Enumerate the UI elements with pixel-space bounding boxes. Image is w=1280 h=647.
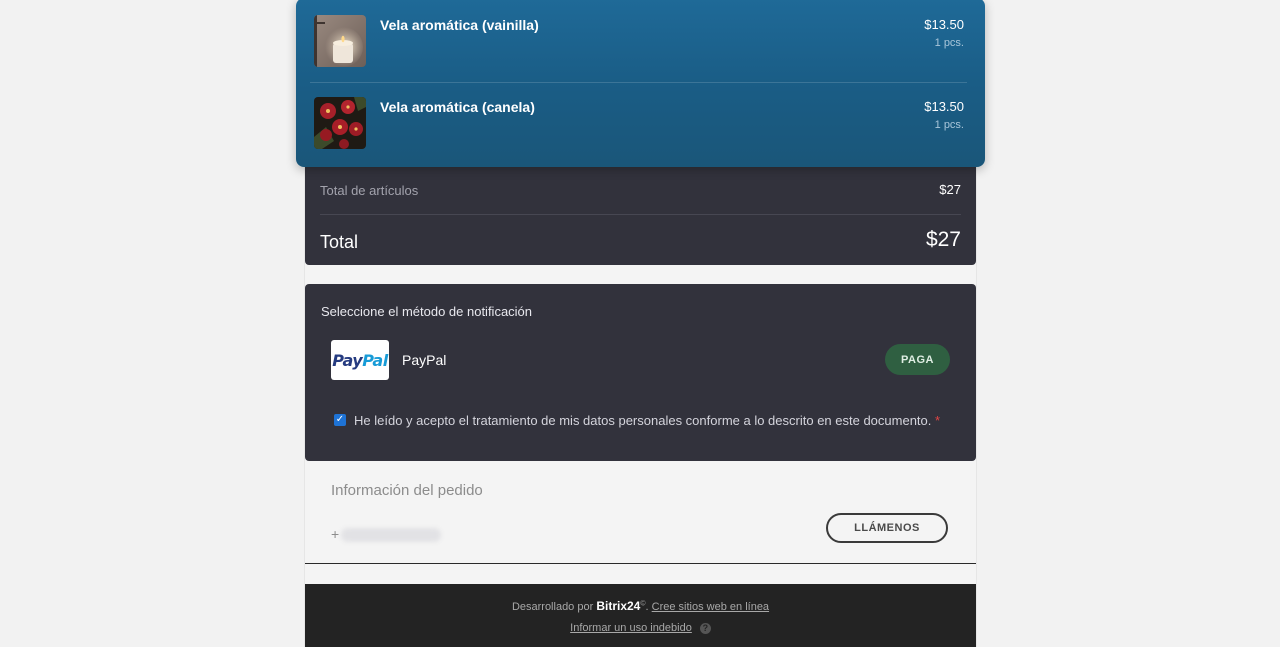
cart-item[interactable]: Vela aromática (canela) $13.50 1 pcs.: [296, 80, 985, 162]
cart-item[interactable]: Vela aromática (vainilla) $13.50 1 pcs.: [296, 0, 985, 80]
report-abuse-link[interactable]: Informar un uso indebido: [570, 622, 692, 634]
grand-total-label: Total: [320, 232, 359, 252]
consent-label: He leído y acepto el tratamiento de mis …: [354, 413, 940, 428]
create-sites-link[interactable]: Cree sitios web en línea: [652, 601, 769, 613]
items-total-value: $27: [939, 182, 961, 197]
required-mark: *: [935, 413, 941, 428]
cart-item-name: Vela aromática (canela): [380, 99, 535, 115]
payment-section-title: Seleccione el método de notificación: [321, 304, 533, 319]
cart-item-price: $13.50: [924, 17, 964, 32]
cart-item-quantity: 1 pcs.: [934, 119, 964, 131]
paypal-logo: Pay Pal: [331, 340, 389, 380]
cart-item-divider: [310, 82, 967, 83]
powered-by-text: Desarrollado por: [511, 601, 594, 613]
cart-item-price: $13.50: [924, 99, 964, 114]
order-totals: Total de artículos $27 Total $27: [305, 166, 976, 265]
help-icon[interactable]: ?: [699, 622, 711, 634]
payment-method-name: PayPal: [402, 352, 447, 368]
pay-button[interactable]: PAGA: [885, 344, 950, 375]
order-info-section: Información del pedido + LLÁMENOS: [305, 461, 976, 564]
cart-item-quantity: 1 pcs.: [934, 37, 964, 49]
phone-number: +: [331, 526, 442, 543]
bitrix24-logo[interactable]: Bitrix24: [596, 599, 640, 613]
order-info-title: Información del pedido: [331, 482, 483, 499]
product-image-vanilla-candle: [314, 15, 366, 67]
footer: Desarrollado por Bitrix24©. Cree sitios …: [305, 584, 976, 647]
phone-number-blurred: [341, 528, 442, 543]
cart-popup: Vela aromática (vainilla) $13.50 1 pcs. …: [296, 0, 985, 167]
grand-total-value: $27: [925, 228, 961, 251]
paypal-logo-part2: Pal: [362, 350, 388, 370]
phone-prefix: +: [331, 526, 340, 542]
items-total-label: Total de artículos: [320, 183, 419, 198]
footer-report-row: Informar un uso indebido?: [305, 622, 976, 634]
consent-checkbox[interactable]: ✓: [334, 414, 346, 426]
paypal-logo-part1: Pay: [332, 350, 363, 370]
cart-item-name: Vela aromática (vainilla): [380, 17, 539, 33]
consent-text: He leído y acepto el tratamiento de mis …: [354, 413, 932, 428]
footer-powered-row: Desarrollado por Bitrix24©. Cree sitios …: [511, 599, 770, 613]
payment-section: Seleccione el método de notificación Pay…: [305, 284, 976, 461]
product-image-cinnamon-candle: [314, 97, 366, 149]
totals-divider: [320, 214, 961, 215]
call-us-button[interactable]: LLÁMENOS: [826, 513, 948, 543]
